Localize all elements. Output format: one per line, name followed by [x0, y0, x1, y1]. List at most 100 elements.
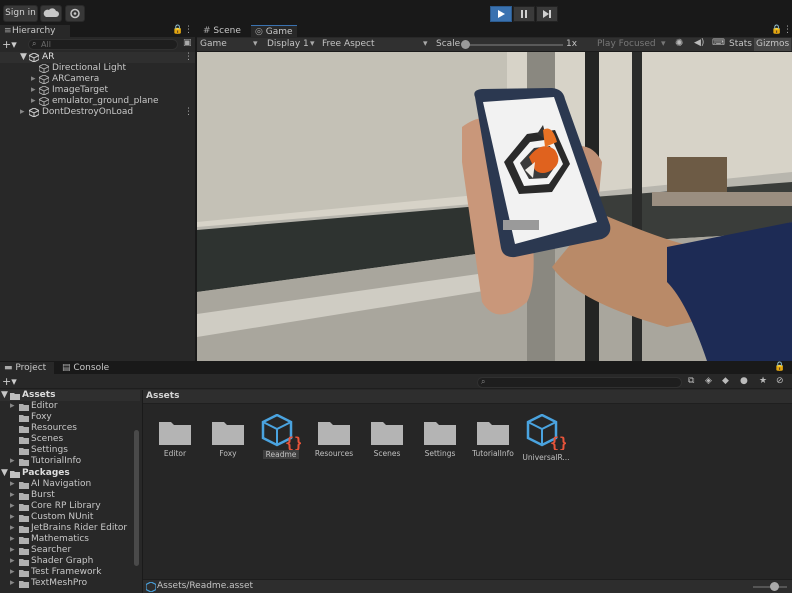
asset-item[interactable]: Scenes: [362, 418, 412, 458]
expand-arrow-icon[interactable]: ▸: [20, 107, 25, 118]
add-icon[interactable]: +▾: [2, 38, 17, 51]
aspect-dropdown[interactable]: Free Aspect: [322, 39, 375, 49]
lock-icon[interactable]: 🔒: [774, 362, 785, 372]
folder-icon: [19, 459, 29, 466]
more-icon[interactable]: ⋮: [783, 25, 792, 35]
item-label: ImageTarget: [52, 85, 109, 95]
tree-item[interactable]: ▸ Mathematics: [0, 534, 140, 545]
expand-arrow-icon[interactable]: ▼: [1, 390, 8, 401]
expand-arrow-icon[interactable]: ▼: [20, 52, 27, 63]
sign-in-button[interactable]: Sign in: [3, 5, 38, 22]
pause-button[interactable]: [513, 6, 535, 22]
add-icon[interactable]: +▾: [2, 375, 17, 388]
folder-icon: [370, 418, 404, 446]
hierarchy-item[interactable]: Directional Light: [0, 63, 195, 74]
tree-packages-root[interactable]: ▼ Packages: [0, 468, 140, 479]
scene-visibility-icon[interactable]: ▣: [183, 38, 192, 48]
hidden-packages-icon[interactable]: ⊘: [776, 376, 784, 386]
asset-label: TutorialInfo: [472, 449, 514, 458]
tree-item[interactable]: Foxy: [0, 412, 140, 423]
folder-icon: [19, 482, 29, 489]
star-icon[interactable]: ★: [759, 376, 767, 386]
services-button[interactable]: [65, 5, 85, 22]
filter-label-icon[interactable]: ◈: [705, 376, 712, 386]
asset-item[interactable]: Resources: [309, 418, 359, 458]
tree-label: Resources: [31, 423, 77, 433]
tree-label: Burst: [31, 490, 55, 500]
mode-dropdown[interactable]: Game: [200, 39, 227, 49]
tree-scrollbar[interactable]: [134, 430, 139, 566]
scene-row-ddol[interactable]: ▸ DontDestroyOnLoad ⋮: [0, 107, 195, 118]
asset-item-selected[interactable]: {} Readme: [256, 414, 306, 460]
tree-item[interactable]: ▸ TextMeshPro: [0, 578, 140, 589]
expand-arrow-icon[interactable]: ▸: [31, 85, 36, 96]
more-icon[interactable]: ⋮: [184, 107, 193, 118]
game-viewport[interactable]: [197, 52, 792, 361]
play-mode-dropdown[interactable]: Play Focused: [597, 39, 656, 49]
stats-button[interactable]: Stats: [729, 39, 752, 49]
warning-icon[interactable]: ●: [740, 376, 748, 386]
tree-item[interactable]: ▸ Burst: [0, 490, 140, 501]
lock-icon[interactable]: 🔒: [771, 25, 782, 35]
tab-game[interactable]: ◎ Game: [251, 25, 297, 37]
project-search-input[interactable]: ⌕: [477, 377, 682, 388]
folder-icon: [476, 418, 510, 446]
gizmos-button[interactable]: Gizmos: [754, 38, 792, 51]
asset-item[interactable]: Settings: [415, 418, 465, 458]
step-button[interactable]: [536, 6, 558, 22]
script-asset-icon: {}: [526, 414, 566, 450]
folder-icon: [158, 418, 192, 446]
tree-item[interactable]: ▸ Custom NUnit: [0, 512, 140, 523]
display-dropdown[interactable]: Display 1: [267, 39, 309, 49]
project-tabbar: ▬ Project ▤ Console 🔒: [0, 362, 792, 374]
step-icon: [543, 10, 551, 18]
icon-size-slider-handle[interactable]: [770, 582, 779, 591]
audio-icon[interactable]: ◀): [694, 38, 704, 48]
tab-console[interactable]: ▤ Console: [58, 362, 113, 374]
tree-assets-root[interactable]: ▼ Assets: [0, 390, 140, 401]
play-button[interactable]: [490, 6, 512, 22]
more-icon[interactable]: ⋮: [184, 25, 193, 35]
folder-icon: [19, 515, 29, 522]
hierarchy-search-input[interactable]: ⌕ All: [28, 39, 178, 50]
chevron-down-icon: ▾: [423, 39, 428, 49]
tree-item[interactable]: ▸ Editor: [0, 401, 140, 412]
scale-slider-handle[interactable]: [461, 40, 470, 49]
expand-arrow-icon[interactable]: ▸: [31, 74, 36, 85]
tree-item[interactable]: ▸ AI Navigation: [0, 479, 140, 490]
hierarchy-item[interactable]: ▸ emulator_ground_plane: [0, 96, 195, 107]
breadcrumb-assets[interactable]: Assets: [146, 391, 179, 401]
tree-item[interactable]: ▸ Core RP Library: [0, 501, 140, 512]
tab-project[interactable]: ▬ Project: [0, 362, 54, 374]
tree-item[interactable]: ▸ TutorialInfo: [0, 456, 140, 467]
hierarchy-item[interactable]: ▸ ImageTarget: [0, 85, 195, 96]
tree-item[interactable]: ▸ Searcher: [0, 545, 140, 556]
expand-arrow-icon[interactable]: ▼: [1, 468, 8, 479]
scene-row-ar[interactable]: ▼ AR ⋮: [0, 52, 195, 63]
asset-item[interactable]: {} UniversalR...: [521, 414, 571, 462]
more-icon[interactable]: ⋮: [184, 52, 193, 63]
tree-item[interactable]: Scenes: [0, 434, 140, 445]
tab-scene[interactable]: # Scene: [199, 25, 245, 37]
tree-item[interactable]: Settings: [0, 445, 140, 456]
asset-item[interactable]: Editor: [150, 418, 200, 458]
filter-type-icon[interactable]: ⧉: [688, 376, 694, 386]
cloud-button[interactable]: [40, 5, 62, 22]
tree-item[interactable]: ▸ JetBrains Rider Editor: [0, 523, 140, 534]
tag-icon[interactable]: ◆: [722, 376, 729, 386]
expand-arrow-icon[interactable]: ▸: [31, 96, 36, 107]
script-asset-icon: {}: [261, 414, 301, 450]
asset-icon: [146, 582, 156, 592]
bug-icon[interactable]: ✺: [675, 38, 683, 49]
hierarchy-item[interactable]: ▸ ARCamera: [0, 74, 195, 85]
asset-item[interactable]: Foxy: [203, 418, 253, 458]
tab-hierarchy[interactable]: ≡Hierarchy: [0, 25, 70, 37]
keyboard-icon[interactable]: ⌨: [712, 38, 725, 48]
scale-slider[interactable]: [463, 44, 563, 46]
tree-item[interactable]: Resources: [0, 423, 140, 434]
tree-item[interactable]: ▸ Shader Graph: [0, 556, 140, 567]
tree-item[interactable]: ▸ Test Framework: [0, 567, 140, 578]
asset-item[interactable]: TutorialInfo: [468, 418, 518, 458]
folder-icon: [19, 581, 29, 588]
lock-icon[interactable]: 🔒: [172, 25, 183, 35]
